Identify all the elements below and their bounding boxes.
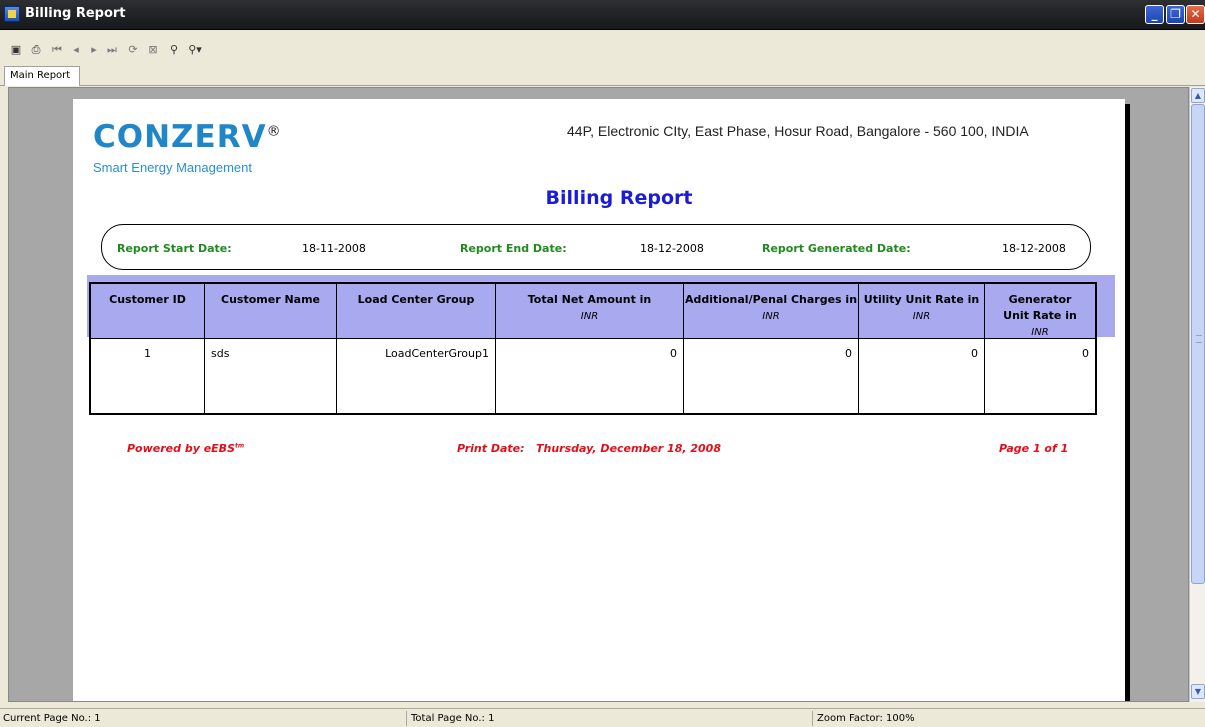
status-bar: Current Page No.: 1 Total Page No.: 1 Zo… (0, 708, 1205, 727)
scroll-grip-icon (1196, 335, 1202, 343)
header-load-center-group: Load Center Group (337, 284, 496, 339)
generated-date-label: Report Generated Date: (762, 242, 911, 255)
print-date: Print Date: Thursday, December 18, 2008 (457, 442, 721, 455)
cell-customer-name: sds (205, 339, 337, 415)
tab-strip: Main Report (0, 64, 1205, 86)
start-date-label: Report Start Date: (117, 242, 232, 255)
stop-icon[interactable]: ⊠ (145, 42, 161, 58)
page-shadow (1125, 104, 1130, 701)
header-customer-id: Customer ID (91, 284, 205, 339)
billing-table: Customer ID Customer Name Load Center Gr… (89, 282, 1097, 415)
logo-registered-mark: ® (266, 123, 282, 140)
report-viewer: CONZERV® Smart Energy Management 44P, El… (8, 87, 1189, 702)
logo-text: CONZERV (93, 119, 267, 155)
start-date-value: 18-11-2008 (302, 242, 366, 255)
company-address: 44P, Electronic CIty, East Phase, Hosur … (567, 123, 1029, 139)
cell-additional-charges: 0 (684, 339, 859, 415)
toolbar: ▣ ⎙ ⏮ ◂ ▸ ⏭ ⟳ ⊠ ⚲ ⚲▾ (0, 38, 1205, 64)
report-title: Billing Report (545, 187, 693, 209)
scroll-thumb[interactable] (1191, 104, 1205, 584)
report-page: CONZERV® Smart Energy Management 44P, El… (73, 99, 1125, 701)
tab-main-report[interactable]: Main Report (4, 66, 80, 86)
print-date-value: Thursday, December 18, 2008 (536, 442, 721, 455)
cell-total-net-amount: 0 (496, 339, 684, 415)
prev-page-icon[interactable]: ◂ (68, 42, 84, 58)
find-icon[interactable]: ⚲ (166, 42, 182, 58)
header-additional-charges: Additional/Penal Charges in INR (684, 284, 859, 339)
next-page-icon[interactable]: ▸ (86, 42, 102, 58)
cell-generator-unit-rate: 0 (1082, 347, 1089, 360)
current-page-status: Current Page No.: 1 (3, 713, 101, 724)
header-unit: INR (1031, 327, 1049, 338)
cell-customer-id: 1 (91, 339, 205, 415)
cell-utility-unit-rate: 0 (859, 339, 985, 415)
date-range-box: Report Start Date: 18-11-2008 Report End… (101, 224, 1091, 270)
conzerv-logo: CONZERV® Smart Energy Management (93, 119, 283, 179)
header-unit: INR (912, 311, 931, 322)
title-bar: Billing Report _ ❐ ✕ (0, 0, 1205, 30)
powered-by: Powered by eEBStm (127, 442, 245, 455)
minimize-button[interactable]: _ (1145, 5, 1164, 24)
last-page-icon[interactable]: ⏭ (104, 42, 120, 58)
page-number: Page 1 of 1 (999, 442, 1069, 455)
trademark-mark: tm (235, 442, 245, 450)
header-utility-unit-rate: Utility Unit Rate in INR (859, 284, 985, 339)
header-total-net-amount: Total Net Amount in INR (496, 284, 684, 339)
window-title: Billing Report (25, 6, 126, 21)
header-unit: INR (580, 311, 599, 322)
generated-date-value: 18-12-2008 (1002, 242, 1066, 255)
zoom-icon[interactable]: ⚲▾ (184, 42, 206, 58)
end-date-value: 18-12-2008 (640, 242, 704, 255)
cell-load-center-group: LoadCenterGroup1 (337, 339, 496, 415)
vertical-scrollbar[interactable]: ▲ ▼ (1189, 87, 1205, 702)
refresh-icon[interactable]: ⟳ (125, 42, 141, 58)
scroll-up-button[interactable]: ▲ (1191, 88, 1205, 103)
zoom-status: Zoom Factor: 100% (812, 711, 915, 726)
total-page-status: Total Page No.: 1 (406, 711, 494, 726)
restore-button[interactable]: ❐ (1166, 5, 1185, 24)
header-customer-name: Customer Name (205, 284, 337, 339)
end-date-label: Report End Date: (460, 242, 567, 255)
print-icon[interactable]: ⎙ (28, 42, 44, 58)
print-date-label: Print Date: (457, 442, 525, 455)
close-button[interactable]: ✕ (1186, 5, 1205, 24)
app-icon (4, 6, 20, 22)
header-generator-unit-rate: Generator Unit Rate in INR (985, 284, 1095, 339)
header-unit: INR (762, 311, 780, 322)
first-page-icon[interactable]: ⏮ (49, 42, 65, 58)
logo-tagline: Smart Energy Management (93, 160, 252, 175)
scroll-down-button[interactable]: ▼ (1191, 684, 1205, 699)
export-icon[interactable]: ▣ (8, 42, 24, 58)
